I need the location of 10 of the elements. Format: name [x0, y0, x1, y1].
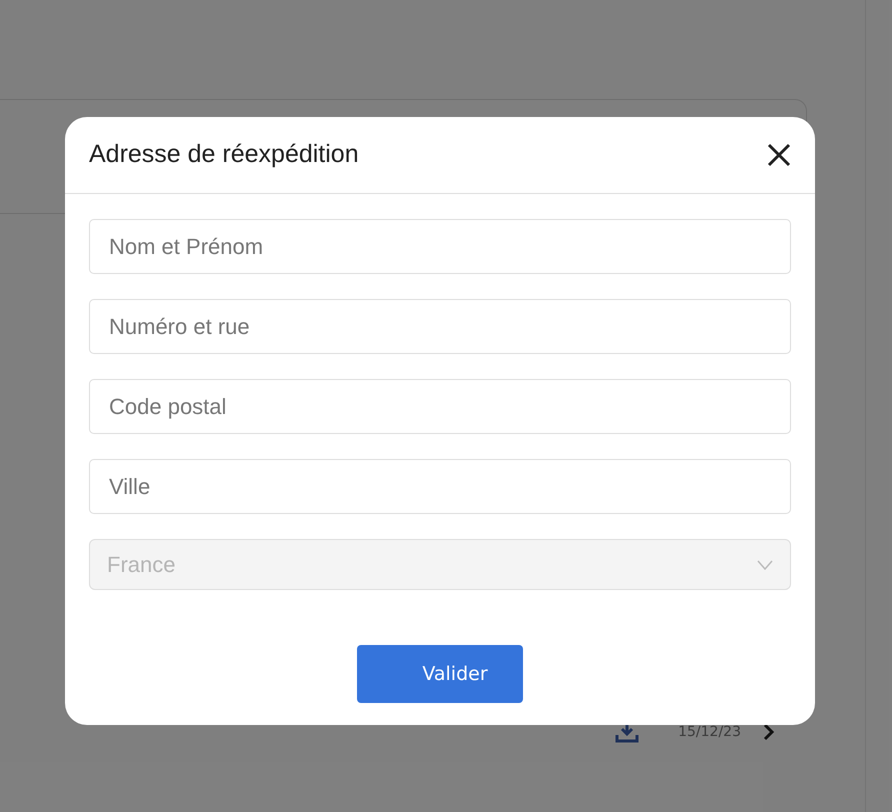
input-field[interactable]: Nom et Prénom [89, 219, 791, 274]
validate-button[interactable]: Valider [357, 645, 523, 703]
input-field[interactable]: Code postal [89, 379, 791, 434]
chevron-down-icon [757, 560, 773, 570]
chevron-right-icon[interactable] [763, 723, 775, 741]
close-icon[interactable] [767, 143, 791, 167]
date-text: 15/12/23 [678, 722, 741, 742]
input-field[interactable]: Numéro et rue [89, 299, 791, 354]
modal-title: Adresse de réexpédition [89, 139, 359, 170]
input-field[interactable]: Ville [89, 459, 791, 514]
